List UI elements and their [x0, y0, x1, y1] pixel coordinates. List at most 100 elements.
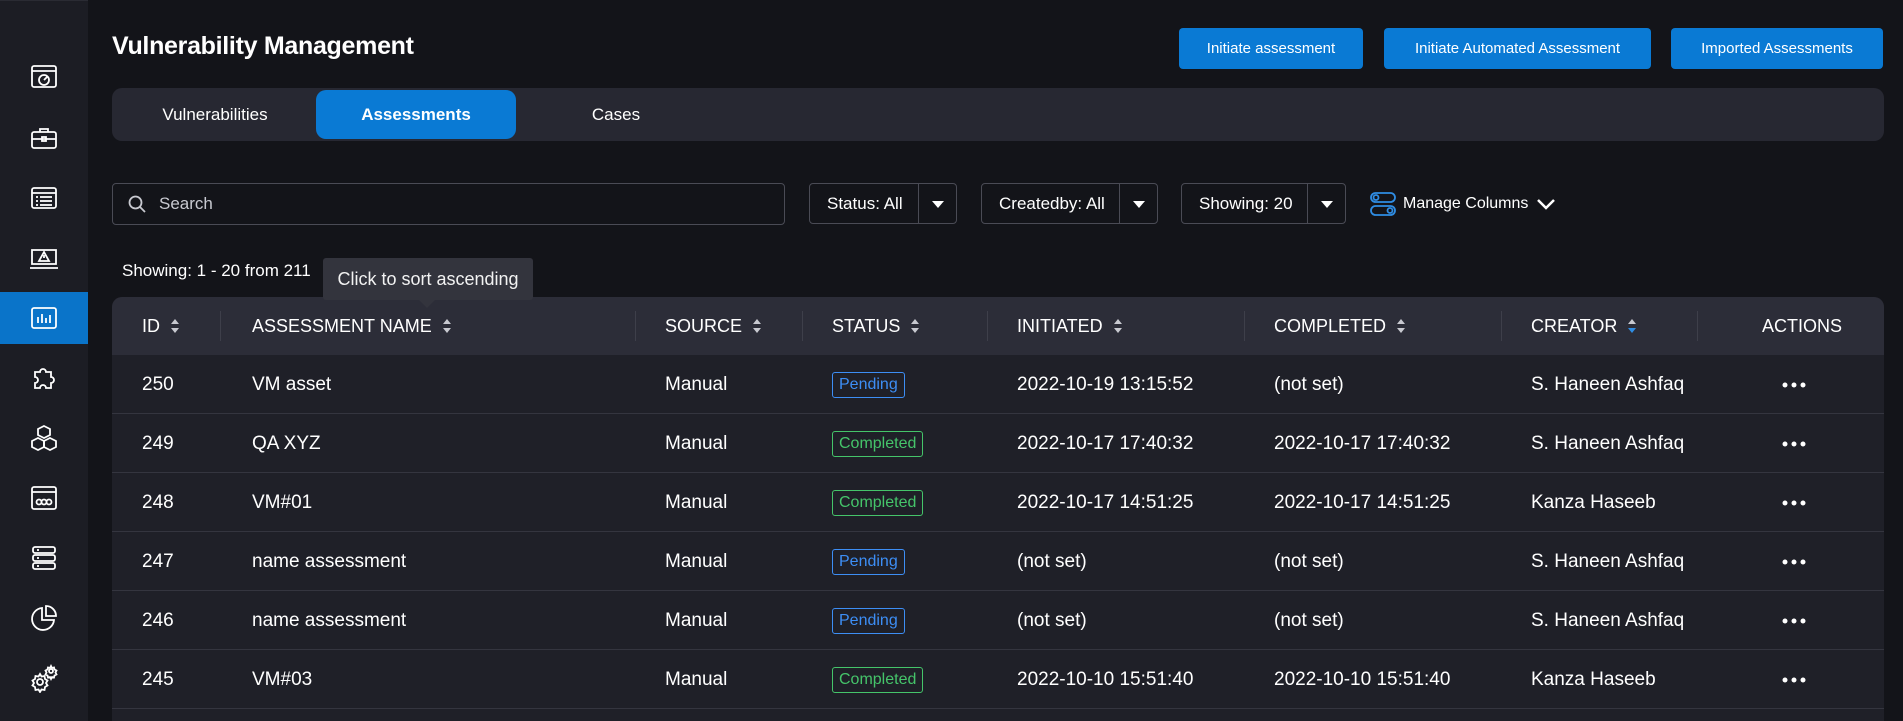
sidebar-item-reports[interactable] [0, 292, 88, 344]
table-header: ID ASSESSMENT NAME SOURCE STATUS INITIAT… [112, 297, 1884, 355]
sidebar-item-list[interactable] [0, 172, 88, 224]
column-divider [1697, 311, 1698, 341]
column-header-completed[interactable]: COMPLETED [1274, 297, 1406, 355]
monitor-alert-icon [30, 249, 58, 269]
sidebar-item-panel[interactable] [0, 472, 88, 524]
more-horizontal-icon [1782, 559, 1806, 564]
cell-initiated: (not set) [1017, 591, 1087, 650]
cell-initiated-text: (not set) [1017, 550, 1087, 572]
sidebar [0, 0, 88, 721]
assessments-table: ID ASSESSMENT NAME SOURCE STATUS INITIAT… [112, 297, 1884, 721]
dashboard-panel-icon [31, 486, 57, 510]
status-badge: Completed [832, 430, 924, 457]
table-row[interactable]: 248 VM#01 Manual Completed 2022-10-17 14:51:… [112, 473, 1884, 532]
sidebar-item-servers[interactable] [0, 532, 88, 584]
sidebar-item-monitor-alert[interactable] [0, 232, 88, 284]
cell-completed-text: (not set) [1274, 609, 1344, 631]
row-actions-button[interactable] [1774, 650, 1814, 709]
bar-chart-icon [31, 307, 57, 329]
column-header-id[interactable]: ID [142, 297, 180, 355]
cell-id-text: 246 [142, 609, 174, 631]
sidebar-item-integrations[interactable] [0, 352, 88, 404]
row-actions-button[interactable] [1774, 414, 1814, 473]
showing-count-dropdown[interactable]: Showing: 20 [1181, 183, 1346, 224]
column-divider [1244, 311, 1245, 341]
row-actions-button[interactable] [1774, 591, 1814, 650]
cell-source-text: Manual [665, 432, 728, 454]
table-row[interactable]: 250 VM asset Manual Pending 2022-10-19 13:15… [112, 355, 1884, 414]
results-summary: Showing: 1 - 20 from 211 [122, 261, 311, 280]
cell-id-text: 250 [142, 373, 174, 395]
cell-initiated-text: (not set) [1017, 609, 1087, 631]
status-filter-dropdown[interactable]: Status: All [809, 183, 957, 224]
caret-down-icon [1307, 184, 1345, 223]
sidebar-item-dashboard[interactable] [0, 51, 88, 103]
briefcase-icon [31, 128, 57, 149]
column-header-creator[interactable]: CREATOR [1531, 297, 1637, 355]
sort-icon [1113, 318, 1123, 334]
manage-columns-button[interactable]: Manage Columns [1369, 190, 1556, 218]
dashboard-icon [31, 65, 57, 88]
tab-cases[interactable]: Cases [516, 90, 716, 139]
more-horizontal-icon [1782, 382, 1806, 387]
column-divider [635, 311, 636, 341]
cell-source: Manual [665, 532, 727, 591]
status-badge: Pending [832, 548, 905, 575]
createdby-filter-dropdown[interactable]: Createdby: All [981, 183, 1158, 224]
column-header-initiated[interactable]: INITIATED [1017, 297, 1123, 355]
cell-initiated-text: 2022-10-19 13:15:52 [1017, 373, 1194, 395]
cell-completed-text: 2022-10-17 14:51:25 [1274, 491, 1451, 513]
sort-icon [910, 318, 920, 334]
table-row[interactable]: 249 QA XYZ Manual Completed 2022-10-17 17:40… [112, 414, 1884, 473]
cell-initiated: 2022-10-17 14:51:25 [1017, 473, 1193, 532]
row-actions-button[interactable] [1774, 355, 1814, 414]
pie-chart-icon [31, 605, 57, 631]
list-icon [31, 187, 57, 209]
cell-id-text: 248 [142, 491, 174, 513]
imported-assessments-button[interactable]: Imported Assessments [1671, 28, 1883, 69]
sidebar-item-assets[interactable] [0, 412, 88, 464]
sidebar-item-settings[interactable] [0, 652, 88, 704]
cell-completed-text: (not set) [1274, 373, 1344, 395]
sort-icon [442, 318, 452, 334]
more-horizontal-icon [1782, 500, 1806, 505]
sidebar-item-analytics[interactable] [0, 592, 88, 644]
cell-completed: 2022-10-10 15:51:40 [1274, 650, 1450, 709]
sort-descending-icon [1627, 318, 1637, 334]
initiate-assessment-button[interactable]: Initiate assessment [1179, 28, 1363, 69]
column-header-source[interactable]: SOURCE [665, 297, 762, 355]
column-header-label: ASSESSMENT NAME [252, 315, 432, 336]
initiate-automated-assessment-button[interactable]: Initiate Automated Assessment [1384, 28, 1651, 69]
cell-creator: S. Haneen Ashfaq [1531, 591, 1684, 650]
cell-status: Completed [832, 473, 924, 532]
cell-id: 247 [142, 532, 174, 591]
column-header-status[interactable]: STATUS [832, 297, 920, 355]
table-row[interactable]: 245 VM#03 Manual Completed 2022-10-10 15:51:… [112, 650, 1884, 709]
sidebar-item-briefcase[interactable] [0, 112, 88, 164]
search-input[interactable] [159, 194, 759, 214]
row-actions-button[interactable] [1774, 532, 1814, 591]
table-row[interactable]: 246 name assessment Manual Pending (not set)… [112, 591, 1884, 650]
cell-assessment-name: VM#01 [252, 473, 312, 532]
row-actions-button[interactable] [1774, 473, 1814, 532]
table-row[interactable]: 247 name assessment Manual Pending (not set)… [112, 532, 1884, 591]
cell-status: Pending [832, 591, 905, 650]
status-badge: Pending [832, 607, 905, 634]
cell-assessment-name: VM#03 [252, 650, 312, 709]
cell-initiated-text: 2022-10-10 15:51:40 [1017, 668, 1194, 690]
cell-assessment-name: QA XYZ [252, 414, 321, 473]
column-header-label: CREATOR [1531, 315, 1618, 336]
cell-assessment-name-text: VM#01 [252, 491, 313, 513]
tab-assessments[interactable]: Assessments [316, 90, 516, 139]
cell-creator-text: Kanza Haseeb [1531, 491, 1656, 513]
toggle-columns-icon [1370, 192, 1396, 216]
cell-assessment-name-text: name assessment [252, 550, 407, 572]
cell-source-text: Manual [665, 550, 728, 572]
sort-icon [752, 318, 762, 334]
tab-vulnerabilities[interactable]: Vulnerabilities [112, 90, 318, 139]
cell-id: 250 [142, 355, 174, 414]
column-header-label: COMPLETED [1274, 315, 1387, 336]
cell-creator: S. Haneen Ashfaq [1531, 355, 1684, 414]
cell-id-text: 249 [142, 432, 174, 454]
cell-completed: 2022-10-17 14:51:25 [1274, 473, 1450, 532]
